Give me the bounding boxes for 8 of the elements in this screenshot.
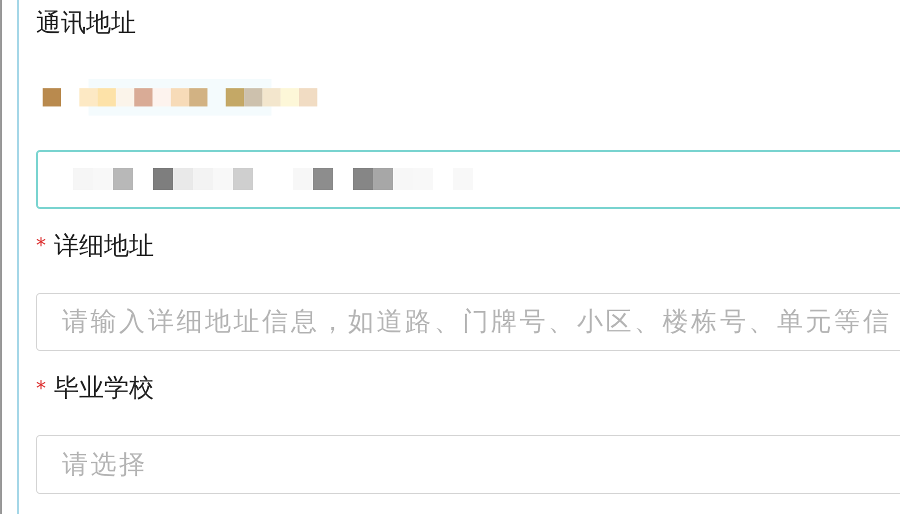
address-field[interactable]	[36, 150, 900, 209]
field-label: 详细地址	[54, 230, 154, 262]
field-label: 毕业学校	[54, 372, 154, 404]
field-label: 通讯地址	[36, 7, 136, 39]
required-asterisk: *	[36, 233, 46, 258]
required-asterisk: *	[36, 376, 46, 400]
input-field[interactable]: 请输入详细地址信息，如道路、门牌号、小区、楼栋号、单元等信	[36, 292, 900, 352]
select-field[interactable]: 请选择	[36, 435, 900, 494]
